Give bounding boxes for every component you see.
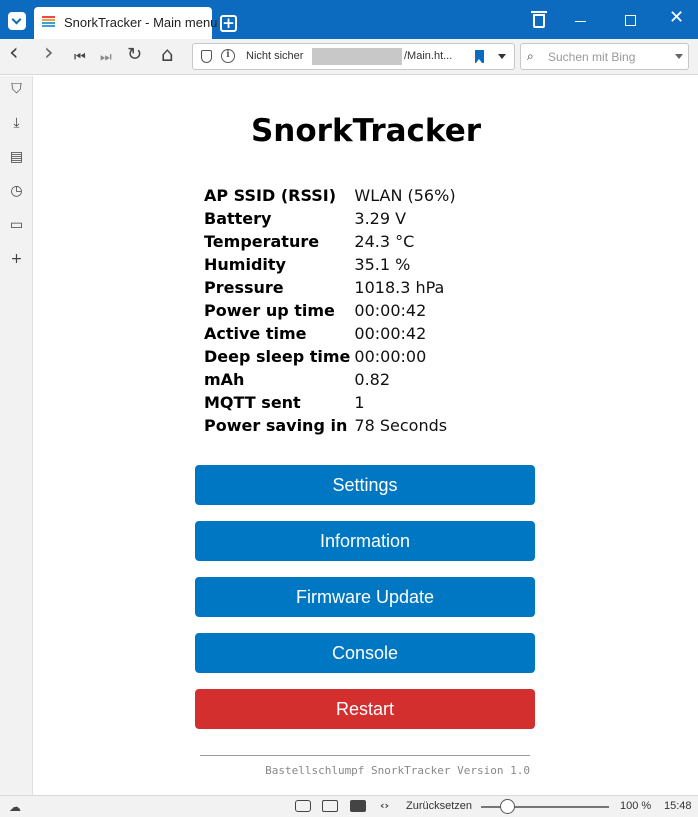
address-toolbar: ‹ › ⏮ ⏭ ↻ ⌂ i Nicht sicher /Main.ht... ⌕… [0, 39, 698, 75]
stat-value: 78 Seconds [354, 416, 448, 435]
footer-divider [200, 755, 530, 756]
stat-value: WLAN (56%) [354, 186, 456, 205]
zoom-level: 100 % [620, 800, 652, 812]
bookmark-icon[interactable] [475, 50, 484, 63]
tab-bar: SnorkTracker - Main menu + ✕ [0, 0, 698, 39]
home-button[interactable]: ⌂ [161, 44, 174, 64]
information-button[interactable]: Information [195, 521, 535, 561]
bookmarks-panel-icon[interactable]: ⛉ [9, 82, 24, 97]
footer-version: Bastellschlumpf SnorkTracker Version 1.0 [265, 764, 530, 777]
address-field[interactable]: i Nicht sicher /Main.ht... [192, 43, 515, 70]
security-label: Nicht sicher [246, 50, 304, 62]
stat-label: Power saving in [204, 416, 348, 435]
tab-title: SnorkTracker - Main menu [64, 15, 218, 30]
table-row: AP SSID (RSSI) WLAN (56%) [204, 184, 456, 207]
stat-value: 1 [354, 393, 365, 412]
stat-value: 3.29 V [354, 209, 407, 228]
table-row: Battery 3.29 V [204, 207, 456, 230]
page-title: SnorkTracker [250, 113, 482, 149]
console-button[interactable]: Console [195, 633, 535, 673]
trash-icon[interactable] [531, 11, 547, 28]
table-row: mAh 0.82 [204, 368, 456, 391]
maximize-button[interactable] [625, 15, 636, 26]
sync-cloud-icon[interactable]: ☁ [9, 800, 21, 814]
stat-label: Power up time [204, 301, 335, 320]
stat-label: Humidity [204, 255, 286, 274]
close-window-button[interactable]: ✕ [669, 9, 684, 27]
side-panel: ⛉ ⤓ ▤ ◷ ▭ + [0, 76, 33, 795]
zoom-slider-handle[interactable] [500, 799, 515, 814]
status-table: AP SSID (RSSI) WLAN (56%) Battery 3.29 V T… [204, 184, 456, 437]
url-path: /Main.ht... [404, 50, 453, 62]
shield-icon[interactable] [201, 50, 212, 63]
notes-panel-icon[interactable]: ▤ [9, 150, 24, 165]
status-bar: ☁ ‹› Zurücksetzen 100 % 15:48 [0, 795, 698, 817]
stat-label: Battery [204, 209, 272, 228]
stat-label: MQTT sent [204, 393, 301, 412]
stat-label: Pressure [204, 278, 284, 297]
clock: 15:48 [664, 800, 692, 812]
tile-window-icon[interactable] [322, 800, 338, 812]
firmware-update-button[interactable]: Firmware Update [195, 577, 535, 617]
table-row: Power saving in 78 Seconds [204, 414, 456, 437]
vivaldi-logo-icon[interactable] [8, 12, 26, 30]
reload-button[interactable]: ↻ [127, 46, 142, 64]
settings-button[interactable]: Settings [195, 465, 535, 505]
rewind-button[interactable]: ⏮ [74, 49, 86, 67]
search-engine-dropdown-icon[interactable] [675, 54, 683, 59]
search-icon: ⌕ [527, 49, 534, 63]
image-toggle-icon[interactable] [350, 800, 366, 812]
stat-value: 0.82 [354, 370, 391, 389]
stat-value: 00:00:00 [354, 347, 427, 366]
code-icon[interactable]: ‹› [380, 799, 389, 812]
table-row: Deep sleep time 00:00:00 [204, 345, 456, 368]
stat-label: Deep sleep time [204, 347, 351, 366]
table-row: Humidity 35.1 % [204, 253, 456, 276]
fastforward-button[interactable]: ⏭ [100, 49, 112, 67]
search-placeholder: Suchen mit Bing [548, 50, 636, 64]
zoom-reset-button[interactable]: Zurücksetzen [406, 800, 472, 812]
table-row: Power up time 00:00:42 [204, 299, 456, 322]
info-icon[interactable]: i [221, 49, 235, 63]
table-row: MQTT sent 1 [204, 391, 456, 414]
page-content: SnorkTracker AP SSID (RSSI) WLAN (56%) Ba… [34, 76, 698, 795]
redacted-host [312, 48, 402, 65]
search-field[interactable]: ⌕ Suchen mit Bing [520, 43, 689, 70]
stat-label: mAh [204, 370, 245, 389]
stat-value: 1018.3 hPa [354, 278, 445, 297]
table-row: Pressure 1018.3 hPa [204, 276, 456, 299]
history-panel-icon[interactable]: ◷ [9, 184, 24, 199]
window-panel-icon[interactable]: ▭ [9, 218, 24, 233]
stat-value: 24.3 °C [354, 232, 415, 251]
table-row: Active time 00:00:42 [204, 322, 456, 345]
new-tab-button[interactable]: + [220, 15, 237, 32]
stat-label: AP SSID (RSSI) [204, 186, 337, 205]
stat-value: 00:00:42 [354, 301, 427, 320]
stat-label: Active time [204, 324, 307, 343]
back-button[interactable]: ‹ [9, 40, 19, 64]
camera-icon[interactable] [295, 800, 311, 812]
page-favicon-icon [42, 16, 55, 30]
add-panel-icon[interactable]: + [9, 252, 24, 267]
stat-value: 00:00:42 [354, 324, 427, 343]
forward-button[interactable]: › [44, 40, 54, 64]
chevron-down-icon[interactable] [498, 54, 506, 59]
restart-button[interactable]: Restart [195, 689, 535, 729]
downloads-panel-icon[interactable]: ⤓ [9, 116, 24, 131]
stat-value: 35.1 % [354, 255, 411, 274]
minimize-button[interactable] [575, 21, 586, 22]
tab-snorktracker[interactable]: SnorkTracker - Main menu [34, 7, 217, 39]
table-row: Temperature 24.3 °C [204, 230, 456, 253]
stat-label: Temperature [204, 232, 320, 251]
